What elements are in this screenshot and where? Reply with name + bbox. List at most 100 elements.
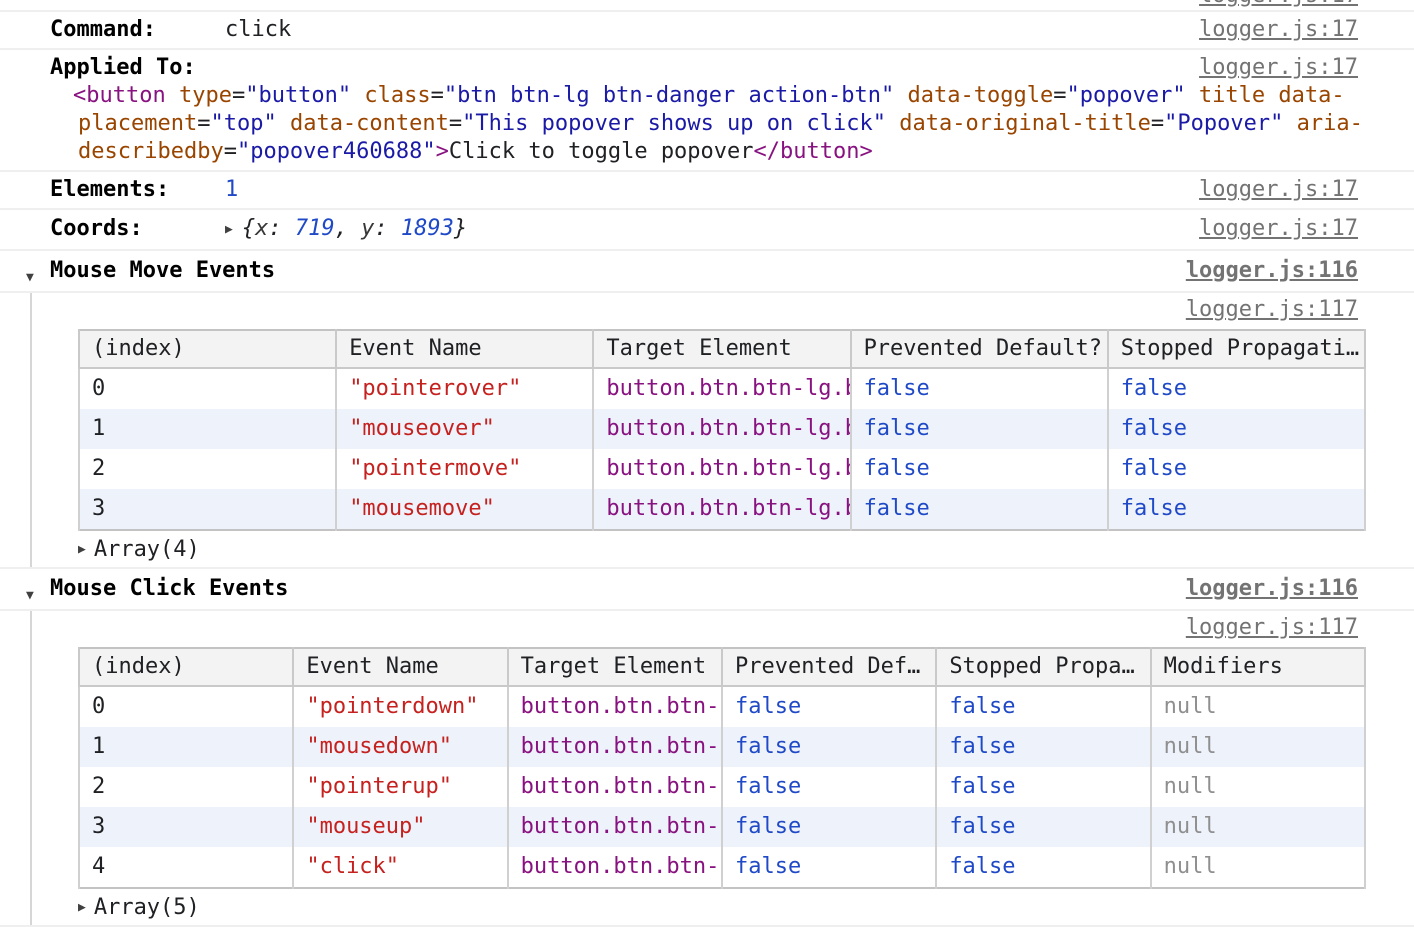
token-plain	[1283, 111, 1296, 136]
table-cell-str: "mouseover"	[336, 409, 593, 449]
log-message: Command:click	[50, 16, 1358, 44]
table-header-cell[interactable]: Prevented Def…	[722, 648, 936, 686]
table-header-cell[interactable]: Target Element	[508, 648, 722, 686]
source-link[interactable]: logger.js:17	[1199, 54, 1358, 82]
table-cell-node: button.btn.btn-lg.btn-danger.action-btn	[508, 767, 722, 807]
table-cell-idx: 3	[79, 489, 336, 530]
table-header-cell[interactable]: Target Element	[593, 330, 850, 368]
token-val: "Popover"	[1164, 111, 1283, 136]
console-group-header-mouse-click[interactable]: ▼ Mouse Click Events logger.js:116	[0, 569, 1414, 611]
token-plain	[166, 83, 179, 108]
table-cell-null: null	[1151, 767, 1365, 807]
console-entry-applied-to: Applied To: <button type="button" class=…	[0, 50, 1414, 172]
source-link[interactable]: logger.js:17	[1199, 176, 1358, 204]
console-entry-elements: Elements:1 logger.js:17	[0, 172, 1414, 210]
source-link[interactable]: logger.js:117	[1186, 296, 1358, 324]
array-preview[interactable]: ▶ Array(4)	[32, 533, 1414, 567]
group-indent-rail: logger.js:117 (index)Event NameTarget El…	[30, 293, 1414, 567]
table-cell-str: "mouseup"	[293, 807, 507, 847]
table-cell-node: button.btn.btn-lg.btn-danger.action-btn	[593, 449, 850, 489]
table-header-cell[interactable]: Stopped Propa…	[936, 648, 1150, 686]
chevron-right-icon[interactable]: ▶	[78, 894, 86, 922]
source-link[interactable]: logger.js:17	[1199, 16, 1358, 44]
elements-label: Elements:	[50, 176, 225, 204]
console-group-header-mouse-move[interactable]: ▼ Mouse Move Events logger.js:116	[0, 251, 1414, 293]
table-header-cell[interactable]: Modifiers	[1151, 648, 1365, 686]
source-link[interactable]: logger.js:17	[1199, 0, 1358, 10]
table-cell-str: "click"	[293, 847, 507, 888]
table-header-cell[interactable]: Stopped Propagati…	[1108, 330, 1365, 368]
table-cell-bool: false	[722, 727, 936, 767]
token-val: "popover"	[1066, 83, 1185, 108]
console-entry-command: Command:click logger.js:17	[0, 12, 1414, 50]
coords-label: Coords:	[50, 215, 225, 243]
table-header-row: (index)Event NameTarget ElementPrevented…	[79, 648, 1365, 686]
token-plain: =	[224, 139, 237, 164]
table-cell-bool: false	[936, 847, 1150, 888]
table-cell-bool: false	[722, 767, 936, 807]
source-link[interactable]: logger.js:17	[1199, 215, 1358, 243]
table-row: 1"mouseover"button.btn.btn-lg.btn-danger…	[79, 409, 1365, 449]
token-text: Click to toggle popover	[449, 139, 754, 164]
table-cell-idx: 2	[79, 449, 336, 489]
token-val: "btn btn-lg btn-danger action-btn"	[444, 83, 894, 108]
elements-count: 1	[225, 177, 238, 202]
table-header-cell[interactable]: Prevented Default?	[851, 330, 1108, 368]
token-attr: class	[364, 83, 430, 108]
token-key: x	[255, 216, 268, 241]
command-label: Command:	[50, 16, 225, 44]
log-message: Applied To: <button type="button" class=…	[50, 54, 1358, 166]
token-plain: =	[431, 83, 444, 108]
applied-to-label: Applied To:	[50, 54, 225, 82]
token-val: "This popover shows up on click"	[462, 111, 886, 136]
token-plain: =	[197, 111, 210, 136]
table-cell-idx: 0	[79, 368, 336, 409]
table-row: 0"pointerdown"button.btn.btn-lg.btn-dang…	[79, 686, 1365, 727]
table-cell-null: null	[1151, 727, 1365, 767]
coords-object-preview[interactable]: {x: 719, y: 1893}	[242, 216, 467, 241]
code-line: <button type="button" class="btn btn-lg …	[73, 82, 1358, 110]
table-header-cell[interactable]: Event Name	[336, 330, 593, 368]
table-cell-idx: 1	[79, 727, 293, 767]
source-link[interactable]: logger.js:117	[1186, 614, 1358, 642]
table-cell-node: button.btn.btn-lg.btn-danger.action-btn	[593, 409, 850, 449]
table-cell-bool: false	[936, 767, 1150, 807]
table-cell-null: null	[1151, 686, 1365, 727]
token-key: y	[361, 216, 374, 241]
token-attr: data-original-title	[899, 111, 1151, 136]
token-val: "popover460688"	[237, 139, 436, 164]
table-header-cell[interactable]: (index)	[79, 648, 293, 686]
table-header-cell[interactable]: Event Name	[293, 648, 507, 686]
table-cell-str: "pointerup"	[293, 767, 507, 807]
table-header-cell[interactable]: (index)	[79, 330, 336, 368]
source-link[interactable]: logger.js:116	[1186, 257, 1358, 285]
table-row: 3"mouseup"button.btn.btn-lg.btn-danger.a…	[79, 807, 1365, 847]
source-link[interactable]: logger.js:116	[1186, 575, 1358, 603]
log-message: Mouse Click Events	[50, 575, 1358, 603]
chevron-right-icon[interactable]: ▶	[225, 216, 233, 244]
token-plain	[894, 83, 907, 108]
token-num: 719	[295, 216, 335, 241]
table-cell-node: button.btn.btn-lg.btn-danger.action-btn	[508, 847, 722, 888]
table-cell-node: button.btn.btn-lg.btn-danger.action-btn	[508, 686, 722, 727]
token-attr: data-	[1278, 83, 1344, 108]
console-entry-table-source: logger.js:117	[32, 293, 1414, 327]
token-plain: =	[449, 111, 462, 136]
table-row: 1"mousedown"button.btn.btn-lg.btn-danger…	[79, 727, 1365, 767]
table-cell-str: "pointerover"	[336, 368, 593, 409]
chevron-down-icon[interactable]: ▼	[26, 582, 34, 610]
token-plain: :	[268, 216, 295, 241]
chevron-right-icon[interactable]: ▶	[78, 536, 86, 564]
chevron-down-icon[interactable]: ▼	[26, 264, 34, 292]
table-cell-bool: false	[722, 807, 936, 847]
console-table-mouse-move: (index)Event NameTarget ElementPrevented…	[78, 329, 1366, 531]
table-cell-bool: false	[936, 686, 1150, 727]
table-row: 2"pointerup"button.btn.btn-lg.btn-danger…	[79, 767, 1365, 807]
token-attr: placement	[78, 111, 197, 136]
array-preview[interactable]: ▶ Array(5)	[32, 891, 1414, 925]
token-plain	[1265, 83, 1278, 108]
table-cell-bool: false	[851, 368, 1108, 409]
console-group-content-mouse-move: logger.js:117 (index)Event NameTarget El…	[0, 293, 1414, 569]
table-cell-bool: false	[1108, 409, 1365, 449]
array-label: Array(5)	[94, 894, 200, 922]
